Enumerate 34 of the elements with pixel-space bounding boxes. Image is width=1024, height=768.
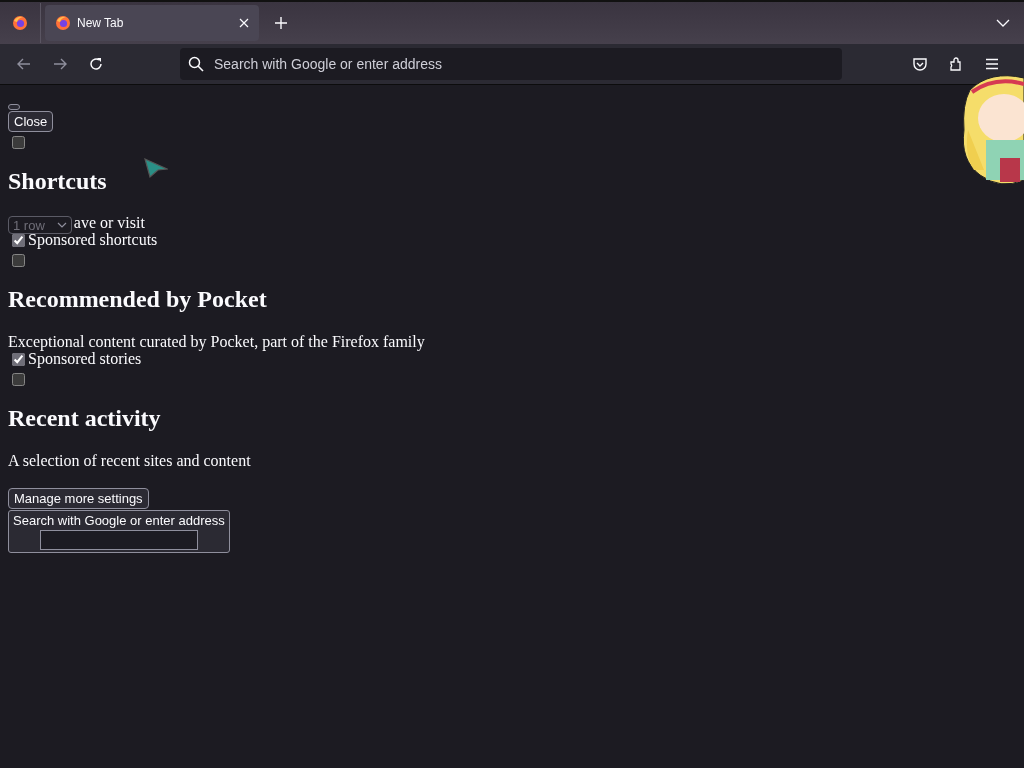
forward-icon[interactable] (52, 56, 68, 72)
checkbox[interactable] (12, 372, 25, 386)
section-heading: Recent activity (8, 404, 161, 432)
search-field[interactable] (39, 530, 198, 550)
description-text: ave or visit (73, 215, 145, 230)
button[interactable]: Close (8, 111, 54, 132)
section-heading: Shortcuts (8, 167, 107, 195)
checkbox-label: Sponsored shortcuts (28, 231, 158, 249)
checkbox[interactable] (12, 352, 25, 366)
chevron-down-icon[interactable] (996, 19, 1010, 27)
puzzle-icon[interactable] (948, 56, 964, 72)
small-button[interactable] (8, 104, 20, 110)
browser-tab[interactable]: New Tab (45, 5, 259, 41)
section-heading: Recommended by Pocket (8, 285, 267, 313)
firefox-icon[interactable] (12, 15, 28, 31)
description-text: A selection of recent sites and content (8, 452, 252, 470)
cursor-icon (144, 158, 168, 178)
tab-title: New Tab (77, 16, 125, 30)
description-text: Exceptional content curated by Pocket, part of the Firefox family (8, 333, 426, 351)
reload-icon[interactable] (88, 56, 104, 72)
checkbox[interactable] (12, 135, 25, 149)
back-icon[interactable] (16, 56, 32, 72)
address-bar[interactable]: Search with Google or enter address (180, 48, 842, 80)
pocket-icon[interactable] (912, 56, 928, 72)
menu-icon[interactable] (984, 56, 1000, 72)
caret-icon (56, 222, 67, 228)
checkbox[interactable] (12, 253, 25, 267)
close-icon[interactable] (239, 18, 249, 28)
checkbox-label: Sponsored stories (28, 350, 142, 368)
checkbox[interactable] (12, 233, 25, 247)
search-label: Search with Google or enter address (13, 513, 225, 528)
new-tab-icon[interactable] (275, 17, 287, 29)
firefox-icon (55, 15, 71, 31)
button[interactable]: Manage more settings (8, 488, 149, 509)
